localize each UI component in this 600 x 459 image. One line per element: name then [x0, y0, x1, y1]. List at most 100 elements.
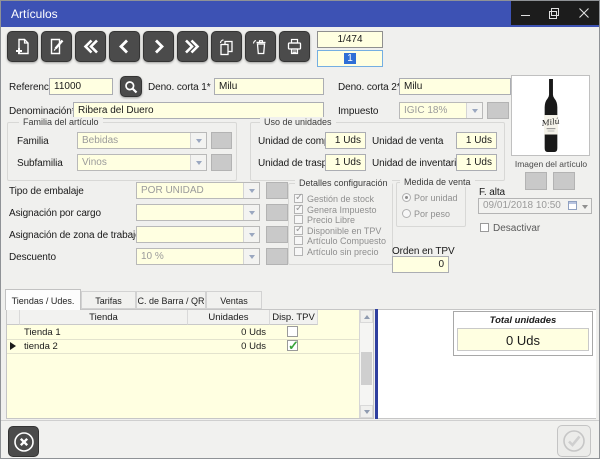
tab-tiendas-udes[interactable]: Tiendas / Udes. — [5, 289, 81, 310]
unidades-cell: 0 Uds — [188, 325, 266, 339]
scroll-down-button[interactable] — [360, 405, 373, 418]
impuesto-select[interactable]: IGIC 18% — [399, 102, 483, 119]
copy-icon — [217, 37, 236, 56]
wine-bottle-image: Milú — [535, 78, 567, 154]
total-unidades-title: Total unidades — [453, 315, 593, 326]
articulo-compuesto-label: Artículo Compuesto — [307, 236, 386, 246]
orden-tpv-field[interactable]: 0 — [392, 256, 449, 273]
f-alta-field[interactable]: 09/01/2018 10:50 — [478, 198, 592, 214]
detalles-group-title: Detalles configuración — [295, 178, 392, 188]
familia-value: Bebidas — [82, 135, 118, 146]
image-load-button[interactable] — [525, 172, 547, 190]
chevron-down-icon — [243, 183, 259, 198]
delete-record-button[interactable] — [245, 31, 276, 62]
asignacion-cargo-lookup-button[interactable] — [266, 204, 288, 221]
unidad-venta-field[interactable]: 1 Uds — [456, 132, 497, 149]
close-window-button[interactable] — [570, 1, 599, 25]
por-peso-radio[interactable] — [402, 209, 411, 218]
desactivar-label: Desactivar — [493, 223, 540, 234]
last-record-button[interactable] — [177, 31, 208, 62]
tipo-embalaje-label: Tipo de embalaje — [9, 186, 84, 197]
scrollbar-thumb[interactable] — [361, 352, 372, 385]
disp-tpv-checkbox[interactable] — [287, 326, 298, 337]
descuento-select[interactable]: 10 % — [136, 248, 260, 265]
por-unidad-radio[interactable] — [402, 193, 411, 202]
disponible-tpv-label: Disponible en TPV — [307, 226, 381, 236]
tab-tarifas[interactable]: Tarifas — [81, 291, 136, 309]
referencia-field[interactable]: 11000 — [49, 78, 113, 95]
accept-button[interactable] — [557, 425, 591, 457]
por-peso-label: Por peso — [414, 209, 450, 219]
tab-ventas[interactable]: Ventas — [206, 291, 262, 309]
edit-record-button[interactable] — [41, 31, 72, 62]
tipo-embalaje-select[interactable]: POR UNIDAD — [136, 182, 260, 199]
desactivar-checkbox[interactable] — [480, 223, 489, 232]
print-button[interactable] — [279, 31, 310, 62]
asignacion-zona-select[interactable] — [136, 226, 260, 243]
minimize-button[interactable] — [511, 1, 540, 25]
cancel-button[interactable] — [8, 426, 39, 457]
minimize-icon — [521, 8, 531, 18]
por-unidad-label: Por unidad — [414, 193, 458, 203]
deno-corta-2-field[interactable]: Milu — [399, 78, 511, 95]
disponible-tpv-checkbox[interactable] — [294, 226, 303, 235]
familia-lookup-button[interactable] — [211, 132, 232, 149]
table-scrollbar[interactable] — [359, 310, 373, 418]
chevron-down-icon — [582, 205, 588, 209]
descuento-lookup-button[interactable] — [266, 248, 288, 265]
gestion-stock-label: Gestión de stock — [307, 194, 374, 204]
familia-select[interactable]: Bebidas — [77, 132, 207, 149]
unidades-column-header[interactable]: Unidades — [188, 310, 270, 325]
gestion-stock-checkbox[interactable] — [294, 194, 303, 203]
denominacion-label: Denominación* — [9, 106, 76, 117]
chevron-down-icon — [190, 133, 206, 148]
articulo-compuesto-checkbox[interactable] — [294, 236, 303, 245]
stores-table: Tienda Unidades Disp. TPV Tienda 1 0 Uds… — [6, 309, 374, 419]
impuesto-label: Impuesto — [338, 106, 378, 117]
chevron-down-icon — [466, 103, 482, 118]
scroll-up-button[interactable] — [360, 310, 373, 323]
tienda-column-header[interactable]: Tienda — [20, 310, 188, 325]
deno-corta-2-label: Deno. corta 2* — [338, 82, 401, 93]
previous-record-button[interactable] — [109, 31, 140, 62]
articulo-sin-precio-checkbox[interactable] — [294, 247, 303, 256]
unidad-inventario-field[interactable]: 1 Uds — [456, 154, 497, 171]
next-record-button[interactable] — [143, 31, 174, 62]
window-controls — [511, 1, 599, 25]
subfamilia-select[interactable]: Vinos — [77, 154, 207, 171]
f-alta-label: F. alta — [479, 187, 505, 198]
new-record-button[interactable] — [7, 31, 38, 62]
asignacion-cargo-select[interactable] — [136, 204, 260, 221]
first-record-button[interactable] — [75, 31, 106, 62]
circle-x-icon — [11, 429, 37, 455]
disp-tpv-column-header[interactable]: Disp. TPV — [270, 310, 318, 325]
impuesto-lookup-button[interactable] — [487, 102, 509, 119]
search-icon — [123, 79, 139, 95]
tab-codigo-barra-qr[interactable]: C. de Barra / QR — [136, 291, 206, 309]
unidad-inventario-label: Unidad de inventario — [372, 158, 462, 169]
unidad-traspaso-field[interactable]: 1 Uds — [325, 154, 366, 171]
unidad-compra-field[interactable]: 1 Uds — [325, 132, 366, 149]
precio-libre-checkbox[interactable] — [294, 215, 303, 224]
chevron-down-icon — [190, 155, 206, 170]
disp-tpv-checkbox[interactable] — [287, 340, 298, 351]
deno-corta-1-field[interactable]: Milu — [214, 78, 324, 95]
edit-document-icon — [47, 37, 66, 56]
asignacion-zona-lookup-button[interactable] — [266, 226, 288, 243]
record-number-input[interactable]: 1 — [317, 50, 383, 67]
descuento-value: 10 % — [141, 251, 164, 262]
articles-window: Artículos — [0, 0, 600, 459]
calendar-icon — [568, 201, 577, 210]
referencia-search-button[interactable] — [120, 76, 142, 97]
row-selector-header — [7, 310, 20, 325]
copy-record-button[interactable] — [211, 31, 242, 62]
impuesto-value: IGIC 18% — [404, 105, 447, 116]
tipo-embalaje-lookup-button[interactable] — [266, 182, 288, 199]
chevron-down-icon — [243, 249, 259, 264]
subfamilia-lookup-button[interactable] — [211, 154, 232, 171]
next-icon — [149, 37, 168, 56]
restore-button[interactable] — [540, 1, 569, 25]
tienda-cell: Tienda 1 — [24, 325, 184, 339]
image-clear-button[interactable] — [553, 172, 575, 190]
genera-impuesto-checkbox[interactable] — [294, 205, 303, 214]
